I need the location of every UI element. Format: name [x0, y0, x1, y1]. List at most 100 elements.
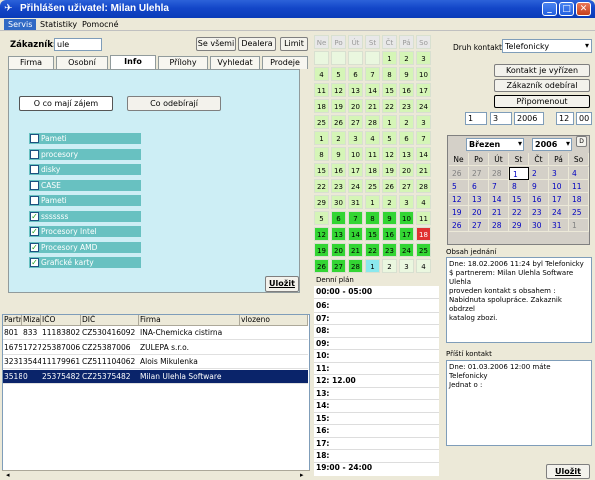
interest-item[interactable]: ✓ Procesory Intel	[29, 226, 141, 237]
calendar-day[interactable]: 24	[399, 243, 414, 257]
table-row[interactable]: 1675 1727 25387006 CZ25387006 ZULEPA s.r.o.	[3, 341, 309, 355]
schedule-slot[interactable]: 14:	[314, 400, 439, 413]
checkbox[interactable]: ✓	[30, 242, 39, 252]
calendar-day[interactable]: 24	[348, 179, 363, 193]
calendar-day[interactable]: 4	[416, 259, 431, 273]
calendar-day[interactable]: 25	[416, 243, 431, 257]
table-scrollbar[interactable]: ◂ ▸	[2, 470, 310, 480]
interest-item[interactable]: ✓ sssssss	[29, 210, 141, 222]
checkbox[interactable]	[30, 134, 39, 143]
schedule-slot[interactable]: 13:	[314, 388, 439, 400]
calendar-day[interactable]: 23	[382, 243, 397, 257]
calendar-day[interactable]: 6	[331, 211, 346, 225]
checkbox[interactable]: ✓	[30, 211, 39, 221]
table-row[interactable]: 3518 0 25375482 CZ25375482 Milan Ulehla Soft…	[3, 369, 309, 384]
month-select[interactable]: Březen ▾	[466, 138, 524, 151]
calendar-day[interactable]: 3	[399, 259, 414, 273]
calendar-day[interactable]: 22	[314, 179, 329, 193]
calendar-day[interactable]: 13	[469, 193, 489, 206]
calendar-day[interactable]: 21	[489, 206, 509, 219]
calendar-day[interactable]: 4	[365, 131, 380, 145]
tab-prodeje[interactable]: Prodeje	[262, 56, 308, 69]
calendar-day[interactable]: 23	[331, 179, 346, 193]
calendar-day[interactable]: 13	[331, 227, 346, 241]
checkbox[interactable]	[30, 196, 39, 205]
calendar-day[interactable]: 15	[382, 83, 397, 97]
schedule-slot[interactable]: 19:00 - 24:00	[314, 462, 439, 475]
calendar-day[interactable]: 25	[365, 179, 380, 193]
calendar-day[interactable]	[331, 51, 346, 65]
calendar-day[interactable]: 26	[382, 179, 397, 193]
calendar-day[interactable]: 2	[399, 51, 414, 65]
column-header[interactable]: Partr	[3, 315, 22, 326]
checkbox[interactable]: ✓	[30, 227, 39, 236]
calendar-day[interactable]: 28	[416, 179, 431, 193]
calendar-day[interactable]: 12	[449, 193, 469, 206]
interest-item[interactable]: disky	[29, 164, 141, 175]
tab-info[interactable]: Info	[110, 55, 156, 70]
interest-item[interactable]: Pameti	[29, 133, 141, 144]
calendar-day[interactable]: 18	[569, 193, 589, 206]
calendar-day[interactable]: 31	[549, 219, 569, 232]
calendar-day[interactable]: 10	[348, 147, 363, 161]
calendar-day[interactable]: 17	[399, 227, 414, 241]
column-header[interactable]: IČO	[41, 315, 81, 326]
calendar-day[interactable]: 27	[331, 259, 346, 273]
calendar-day[interactable]: 9	[399, 67, 414, 81]
content-textarea[interactable]: Dne: 18.02.2006 11:24 byl Telefonicky $ …	[446, 257, 592, 343]
calendar-day[interactable]: 2	[382, 259, 397, 273]
calendar-day[interactable]: 30	[529, 219, 549, 232]
calendar-day[interactable]: 11	[314, 83, 329, 97]
calendar-day[interactable]: 15	[365, 227, 380, 241]
schedule-slot[interactable]: 09:	[314, 338, 439, 350]
calendar-day[interactable]: 10	[549, 180, 569, 193]
schedule-slot[interactable]: 07:	[314, 313, 439, 325]
customer-input[interactable]: ule	[54, 38, 102, 51]
calendar-day[interactable]: 3	[348, 131, 363, 145]
time-minute-input[interactable]: 00	[576, 112, 592, 125]
calendar-day[interactable]: 16	[331, 163, 346, 177]
tab-osobni[interactable]: Osobní	[56, 56, 108, 69]
calendar-day[interactable]: 23	[529, 206, 549, 219]
interest-button[interactable]: O co mají zájem	[19, 96, 113, 111]
calendar-day[interactable]: 6	[348, 67, 363, 81]
calendar-day[interactable]: 1	[569, 219, 589, 232]
calendar-day[interactable]: 1	[365, 259, 380, 273]
checkbox[interactable]: ✓	[30, 258, 39, 267]
calendar-day[interactable]: 10	[416, 67, 431, 81]
all-button[interactable]: Se všemi	[196, 37, 236, 51]
calendar-day[interactable]: 23	[399, 99, 414, 113]
calendar-d-button[interactable]: D	[576, 136, 587, 147]
checkbox[interactable]	[30, 149, 39, 159]
calendar-day[interactable]: 26	[331, 115, 346, 129]
tab-firma[interactable]: Firma	[8, 56, 54, 69]
tab-vyhledat[interactable]: Vyhledat	[210, 56, 260, 69]
calendar-day[interactable]: 24	[549, 206, 569, 219]
calendar-day[interactable]: 1	[382, 115, 397, 129]
calendar-day[interactable]: 18	[416, 227, 431, 241]
calendar-day[interactable]: 7	[348, 211, 363, 225]
calendar-day[interactable]: 28	[348, 259, 363, 273]
calendar-day[interactable]	[365, 51, 380, 65]
next-contact-textarea[interactable]: Dne: 01.03.2006 12:00 máte Telefonicky J…	[446, 360, 592, 446]
calendar-day[interactable]: 4	[314, 67, 329, 81]
column-header[interactable]: Mizaí	[22, 315, 41, 326]
calendar-day[interactable]: 5	[382, 131, 397, 145]
calendar-day[interactable]: 11	[569, 180, 589, 193]
contact-type-select[interactable]: Telefonicky ▾	[502, 39, 592, 53]
calendar-day[interactable]: 17	[348, 163, 363, 177]
schedule-slot[interactable]: 00:00 - 05:00	[314, 286, 439, 299]
calendar-day[interactable]: 21	[416, 163, 431, 177]
calendar-day[interactable]: 12	[314, 227, 329, 241]
table-row[interactable]: 801 833 11183802 CZ530416092 INA-Chemicka ci…	[3, 326, 309, 340]
calendar-day[interactable]: 21	[365, 99, 380, 113]
column-header[interactable]: Firma	[139, 315, 240, 326]
schedule-slot[interactable]: 18:	[314, 450, 439, 463]
calendar-day[interactable]: 5	[331, 67, 346, 81]
calendar-day[interactable]: 1	[365, 195, 380, 209]
calendar-day[interactable]: 7	[365, 67, 380, 81]
calendar-day[interactable]: 26	[449, 167, 469, 180]
calendar-day[interactable]: 30	[331, 195, 346, 209]
calendar-day[interactable]: 19	[314, 243, 329, 257]
calendar-day[interactable]: 20	[348, 99, 363, 113]
